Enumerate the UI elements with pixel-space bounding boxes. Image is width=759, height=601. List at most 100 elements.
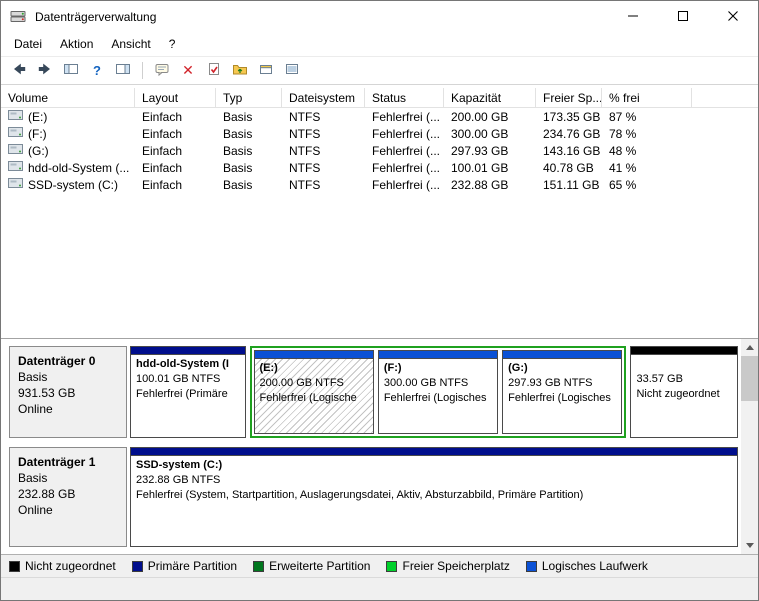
legend-item-extended-partition: Erweiterte Partition (253, 559, 370, 573)
disk-size: 931.53 GB (18, 385, 126, 401)
volume-row-hdd-old-system[interactable]: hdd-old-System (... Einfach Basis NTFS F… (1, 159, 758, 176)
volume-row-g[interactable]: (G:) Einfach Basis NTFS Fehlerfrei (... … (1, 142, 758, 159)
scrollbar-track[interactable] (741, 356, 758, 537)
column-header-status[interactable]: Status (365, 88, 444, 107)
disk-status: Online (18, 502, 126, 518)
partition-label: (F:) (384, 361, 497, 376)
help-icon: ? (93, 63, 101, 78)
table-cell: 232.88 GB (444, 176, 536, 193)
menu-datei[interactable]: Datei (5, 33, 51, 55)
check-document-icon (206, 61, 222, 80)
legend-swatch-unallocated (9, 561, 20, 572)
column-header-freier-speicherplatz[interactable]: Freier Sp... (536, 88, 602, 107)
scroll-down-button[interactable] (741, 537, 758, 554)
partition-ssd-system-c[interactable]: SSD-system (C:) 232.88 GB NTFS Fehlerfre… (130, 447, 738, 547)
table-cell: Einfach (135, 142, 216, 159)
help-button[interactable]: ? (85, 59, 109, 82)
logical-drive-band (255, 351, 373, 359)
column-header-dateisystem[interactable]: Dateisystem (282, 88, 365, 107)
table-cell: (G:) (1, 142, 135, 159)
action-pane-button[interactable] (111, 59, 135, 82)
column-header-layout[interactable]: Layout (135, 88, 216, 107)
legend-label: Logisches Laufwerk (542, 559, 648, 573)
legend-label: Erweiterte Partition (269, 559, 370, 573)
back-button[interactable] (7, 59, 31, 82)
partition-size: 200.00 GB NTFS (260, 376, 373, 391)
partition-g[interactable]: (G:) 297.93 GB NTFS Fehlerfrei (Logische… (502, 350, 622, 434)
legend-swatch-free-space (386, 561, 397, 572)
disk-0-header[interactable]: Datenträger 0 Basis 931.53 GB Online (9, 346, 127, 438)
scrollbar-thumb[interactable] (741, 356, 758, 401)
partition-f[interactable]: (F:) 300.00 GB NTFS Fehlerfrei (Logische… (378, 350, 498, 434)
legend-item-unallocated: Nicht zugeordnet (9, 559, 116, 573)
table-cell: 41 % (602, 159, 692, 176)
legend-item-primary-partition: Primäre Partition (132, 559, 237, 573)
extended-partition-frame: (E:) 200.00 GB NTFS Fehlerfrei (Logische… (250, 346, 627, 438)
partition-unallocated[interactable]: 33.57 GB Nicht zugeordnet (630, 346, 738, 438)
validate-button[interactable] (202, 59, 226, 82)
partition-status: Fehlerfrei (System, Startpartition, Ausl… (136, 488, 737, 503)
disk-management-app-icon (10, 9, 28, 24)
table-cell: 78 % (602, 125, 692, 142)
console-tree-button[interactable] (59, 59, 83, 82)
partition-label: SSD-system (C:) (136, 458, 737, 473)
disk-1-row: Datenträger 1 Basis 232.88 GB Online SSD… (9, 447, 738, 547)
column-header-typ[interactable]: Typ (216, 88, 282, 107)
table-cell: Basis (216, 108, 282, 125)
disk-size: 232.88 GB (18, 486, 126, 502)
folder-up-icon (232, 61, 248, 80)
legend-item-logical-drive: Logisches Laufwerk (526, 559, 648, 573)
table-cell: hdd-old-System (... (1, 159, 135, 176)
disk-type: Basis (18, 369, 126, 385)
table-cell: (E:) (1, 108, 135, 125)
delete-volume-button[interactable]: ✕ (176, 59, 200, 82)
disk-0-partitions: hdd-old-System (I 100.01 GB NTFS Fehlerf… (130, 346, 738, 438)
unallocated-band (631, 347, 737, 355)
details-view-icon (284, 61, 300, 80)
column-header-volume[interactable]: Volume (1, 88, 135, 107)
column-header-kapazitaet[interactable]: Kapazität (444, 88, 536, 107)
menu-ansicht[interactable]: Ansicht (102, 33, 159, 55)
partition-hdd-old-system[interactable]: hdd-old-System (I 100.01 GB NTFS Fehlerf… (130, 346, 246, 438)
partition-label: (G:) (508, 361, 621, 376)
primary-partition-band (131, 448, 737, 456)
partition-size: 33.57 GB (636, 372, 737, 387)
table-cell: Basis (216, 142, 282, 159)
table-cell: Fehlerfrei (... (365, 142, 444, 159)
partition-label (636, 357, 737, 372)
close-button[interactable] (708, 1, 758, 32)
scroll-up-button[interactable] (741, 339, 758, 356)
volume-icon (8, 126, 23, 141)
new-window-button[interactable] (254, 59, 278, 82)
table-cell: Basis (216, 159, 282, 176)
partition-status: Fehlerfrei (Logische (260, 391, 373, 406)
window-controls (608, 1, 758, 32)
partition-label: hdd-old-System (I (136, 357, 245, 372)
toolbar: ? ✕ (1, 56, 758, 85)
table-cell: 40.78 GB (536, 159, 602, 176)
menu-aktion[interactable]: Aktion (51, 33, 102, 55)
vertical-scrollbar[interactable] (741, 339, 758, 554)
column-header-filler (692, 88, 758, 107)
column-header-prozent-frei[interactable]: % frei (602, 88, 692, 107)
volume-row-ssd-system-c[interactable]: SSD-system (C:) Einfach Basis NTFS Fehle… (1, 176, 758, 193)
table-cell: 200.00 GB (444, 108, 536, 125)
logical-drive-band (379, 351, 497, 359)
minimize-button[interactable] (608, 1, 658, 32)
forward-button[interactable] (33, 59, 57, 82)
table-cell: Fehlerfrei (... (365, 159, 444, 176)
table-cell: NTFS (282, 108, 365, 125)
disk-1-header[interactable]: Datenträger 1 Basis 232.88 GB Online (9, 447, 127, 547)
table-cell: 143.16 GB (536, 142, 602, 159)
maximize-button[interactable] (658, 1, 708, 32)
properties-button[interactable] (150, 59, 174, 82)
partition-size: 232.88 GB NTFS (136, 473, 737, 488)
back-icon (11, 61, 27, 80)
volume-row-f[interactable]: (F:) Einfach Basis NTFS Fehlerfrei (... … (1, 125, 758, 142)
close-icon (728, 10, 738, 24)
volume-row-e[interactable]: (E:) Einfach Basis NTFS Fehlerfrei (... … (1, 108, 758, 125)
menu-hilfe[interactable]: ? (160, 33, 185, 55)
partition-e-selected[interactable]: (E:) 200.00 GB NTFS Fehlerfrei (Logische (254, 350, 374, 434)
details-view-button[interactable] (280, 59, 304, 82)
open-folder-button[interactable] (228, 59, 252, 82)
